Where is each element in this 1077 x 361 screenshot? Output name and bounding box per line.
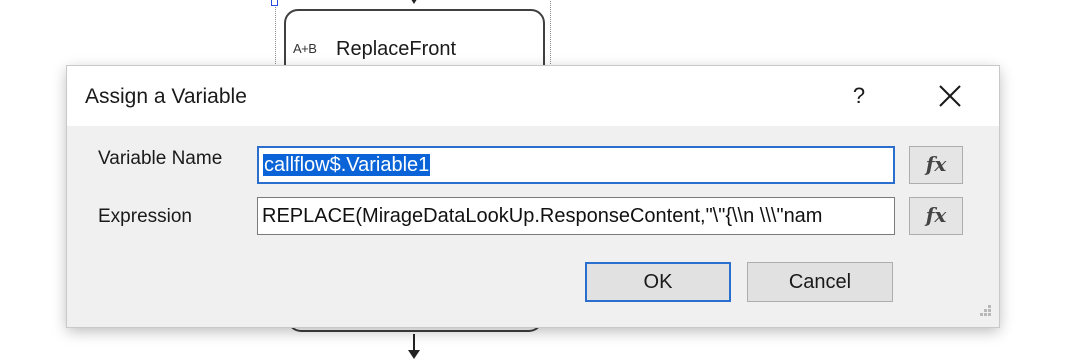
expression-value: REPLACE(MirageDataLookUp.ResponseContent…: [262, 205, 823, 227]
close-icon: [939, 85, 961, 107]
variable-name-fx-button[interactable]: fx: [909, 146, 963, 184]
variable-name-label: Variable Name: [98, 148, 223, 169]
cancel-button[interactable]: Cancel: [747, 262, 893, 302]
dialog-titlebar[interactable]: Assign a Variable ?: [67, 66, 999, 126]
expression-fx-button[interactable]: fx: [909, 197, 963, 235]
concat-icon: A+B: [293, 41, 317, 56]
selection-handle[interactable]: [271, 0, 278, 6]
connector-arrow-in: [409, 0, 419, 4]
expression-label: Expression: [98, 206, 192, 227]
assign-variable-dialog: Assign a Variable ? Variable Name callfl…: [67, 66, 999, 327]
close-button[interactable]: [925, 74, 975, 118]
expression-input[interactable]: REPLACE(MirageDataLookUp.ResponseContent…: [257, 197, 895, 235]
ok-button[interactable]: OK: [585, 262, 731, 302]
dialog-title: Assign a Variable: [85, 85, 247, 108]
variable-name-value: callflow$.Variable1: [263, 154, 431, 176]
flow-node-label: ReplaceFront: [336, 38, 457, 60]
resize-grip-icon[interactable]: [975, 304, 993, 322]
variable-name-input[interactable]: callflow$.Variable1: [257, 146, 895, 184]
connector-arrow-out: [408, 350, 420, 359]
help-button[interactable]: ?: [837, 74, 881, 118]
